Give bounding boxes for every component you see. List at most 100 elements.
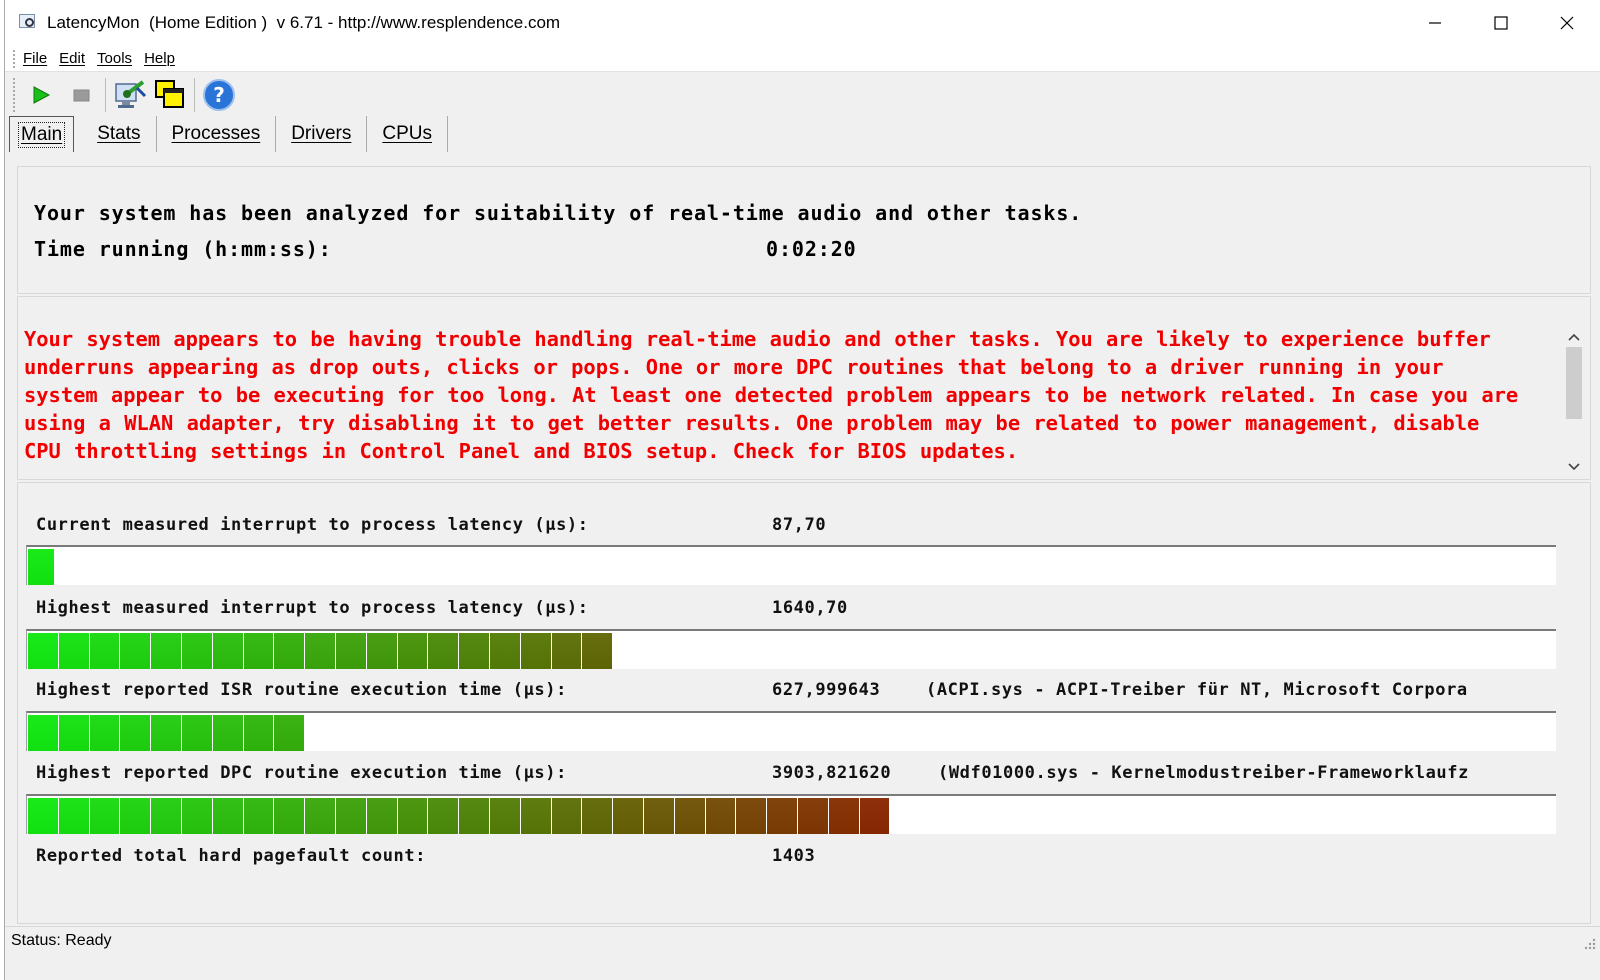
maximize-icon	[1494, 16, 1508, 30]
scroll-track[interactable]	[1564, 347, 1584, 457]
tab-processes-label: Processes	[171, 123, 261, 144]
level-bar-segment	[243, 633, 274, 669]
level-bar-segment	[305, 633, 335, 669]
level-bar-segment	[274, 633, 305, 669]
level-bar-segment	[28, 798, 58, 834]
level-bar-segment	[120, 633, 151, 669]
level-bar-segment	[212, 633, 243, 669]
level-bar-segment	[767, 798, 797, 834]
level-bar-segment	[89, 715, 120, 751]
title-bar: LatencyMon (Home Edition ) v 6.71 - http…	[5, 0, 1600, 46]
level-bar-segment	[181, 633, 212, 669]
menu-file[interactable]: File	[23, 50, 47, 67]
level-bar-segment	[58, 715, 89, 751]
metrics-panel: Current measured interrupt to process la…	[17, 482, 1591, 924]
level-bar-segment	[828, 798, 859, 834]
level-bar-segment	[366, 798, 397, 834]
start-button[interactable]	[21, 75, 61, 115]
summary-panel: Your system has been analyzed for suitab…	[17, 166, 1591, 294]
tab-main[interactable]: Main	[9, 116, 75, 152]
level-bar-segment	[151, 633, 181, 669]
tab-cpus[interactable]: CPUs	[367, 116, 448, 152]
tab-main-label: Main	[18, 121, 66, 148]
level-bar-segment	[459, 633, 489, 669]
tab-strip: Main Stats Processes Drivers CPUs	[5, 116, 1600, 152]
level-bar-segment	[120, 798, 151, 834]
level-bar-segment	[489, 798, 520, 834]
level-bar-segment	[58, 633, 89, 669]
pagefault-value: 1403	[772, 846, 816, 866]
highest-isr-bar	[26, 711, 1556, 751]
level-bar-segment	[797, 798, 828, 834]
highest-isr-bar-fill	[28, 715, 305, 751]
analyze-button[interactable]	[110, 75, 150, 115]
level-bar-segment	[305, 798, 335, 834]
highest-dpc-label: Highest reported DPC routine execution t…	[36, 763, 567, 783]
window-icon	[155, 80, 184, 108]
close-button[interactable]	[1534, 0, 1600, 46]
toolbar-separator	[105, 78, 106, 112]
highest-latency-bar-fill	[28, 633, 613, 669]
scroll-up-button[interactable]	[1564, 327, 1584, 347]
tab-processes[interactable]: Processes	[157, 116, 277, 152]
level-bar-segment	[736, 798, 767, 834]
current-latency-label: Current measured interrupt to process la…	[36, 515, 589, 535]
highest-latency-value: 1640,70	[772, 598, 848, 618]
chevron-up-icon	[1568, 333, 1580, 341]
level-bar-segment	[520, 633, 551, 669]
highest-latency-bar	[26, 629, 1556, 669]
pagefault-label: Reported total hard pagefault count:	[36, 846, 427, 866]
level-bar-segment	[674, 798, 705, 834]
level-bar-segment	[151, 798, 181, 834]
level-bar-segment	[859, 798, 890, 834]
level-bar-segment	[212, 715, 243, 751]
minimize-button[interactable]	[1402, 0, 1468, 46]
conclusion-warning-text: Your system appears to be having trouble…	[24, 327, 1519, 463]
level-bar-segment	[613, 798, 643, 834]
latencymon-window: LatencyMon (Home Edition ) v 6.71 - http…	[4, 0, 1600, 980]
menu-grip	[13, 50, 15, 68]
highest-dpc-bar	[26, 794, 1556, 834]
level-bar-segment	[28, 633, 58, 669]
current-latency-value: 87,70	[772, 515, 827, 535]
help-icon: ?	[203, 79, 235, 111]
tab-drivers[interactable]: Drivers	[276, 116, 368, 152]
level-bar-segment	[243, 715, 274, 751]
level-bar-segment	[58, 798, 89, 834]
analyze-icon	[115, 80, 147, 108]
level-bar-segment	[274, 798, 305, 834]
tab-cpus-label: CPUs	[382, 123, 432, 144]
current-latency-bar-fill	[28, 549, 55, 585]
level-bar-segment	[643, 798, 674, 834]
scroll-down-button[interactable]	[1564, 457, 1584, 477]
menu-edit[interactable]: Edit	[59, 50, 85, 67]
highest-isr-value: 627,999643	[772, 680, 881, 700]
scroll-thumb[interactable]	[1566, 347, 1582, 419]
conclusion-scrollbar[interactable]	[1564, 327, 1584, 477]
latencymon-app-icon	[17, 12, 39, 34]
tab-stats[interactable]: Stats	[82, 116, 157, 152]
window-button[interactable]	[150, 75, 190, 115]
time-running-value: 0:02:20	[766, 237, 857, 261]
level-bar-segment	[89, 633, 120, 669]
time-running-label: Time running (h:mm:ss):	[34, 237, 332, 261]
analysis-summary-text: Your system has been analyzed for suitab…	[34, 201, 1083, 225]
highest-latency-label: Highest measured interrupt to process la…	[36, 598, 589, 618]
chevron-down-icon	[1568, 463, 1580, 471]
level-bar-segment	[28, 715, 58, 751]
highest-dpc-driver: (Wdf01000.sys - Kernelmodustreiber-Frame…	[938, 763, 1469, 783]
menu-help[interactable]: Help	[144, 50, 175, 67]
level-bar-segment	[89, 798, 120, 834]
menu-tools[interactable]: Tools	[97, 50, 132, 67]
stop-button[interactable]	[61, 75, 101, 115]
level-bar-segment	[459, 798, 489, 834]
tab-drivers-label: Drivers	[291, 123, 352, 144]
highest-dpc-bar-fill	[28, 798, 890, 834]
toolbar-separator	[194, 78, 195, 112]
level-bar-segment	[243, 798, 274, 834]
status-text: Status: Ready	[11, 931, 112, 949]
help-button[interactable]: ?	[199, 75, 239, 115]
level-bar-segment	[335, 798, 366, 834]
maximize-button[interactable]	[1468, 0, 1534, 46]
resize-grip-icon[interactable]	[1582, 936, 1596, 950]
